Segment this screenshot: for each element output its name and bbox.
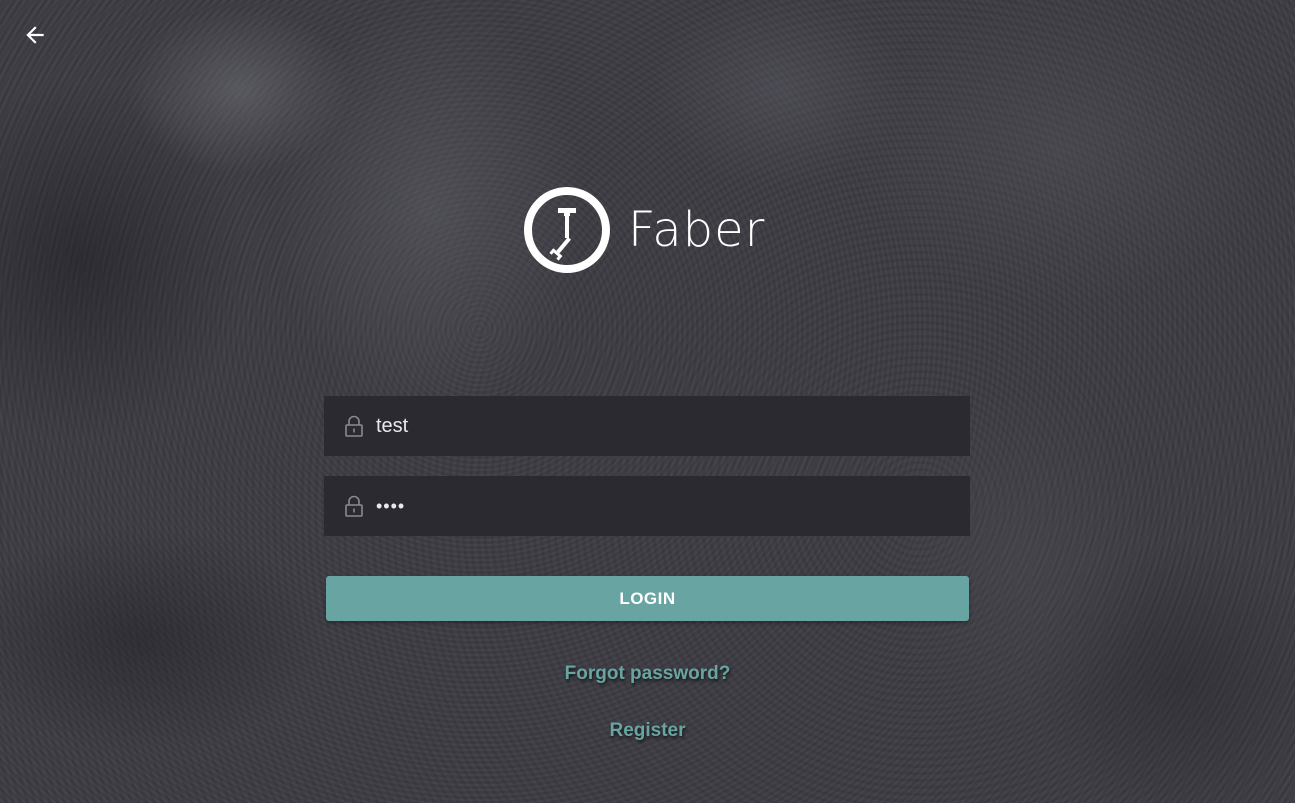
username-field[interactable] (324, 396, 970, 456)
arrow-left-icon (26, 26, 44, 44)
brand-name: Faber (628, 202, 766, 258)
lock-icon (345, 495, 363, 517)
password-input[interactable] (376, 476, 970, 536)
password-field[interactable] (324, 476, 970, 536)
app-logo: Faber (522, 186, 765, 274)
register-link[interactable]: Register (609, 720, 685, 741)
forgot-password-container: Forgot password? (0, 663, 1295, 685)
lock-icon (345, 415, 363, 437)
back-button[interactable] (20, 20, 50, 50)
forgot-password-link[interactable]: Forgot password? (565, 663, 731, 684)
login-button[interactable]: LOGIN (326, 576, 969, 621)
faber-logo-icon (524, 187, 610, 273)
register-container: Register (0, 720, 1295, 742)
username-input[interactable] (376, 396, 970, 456)
